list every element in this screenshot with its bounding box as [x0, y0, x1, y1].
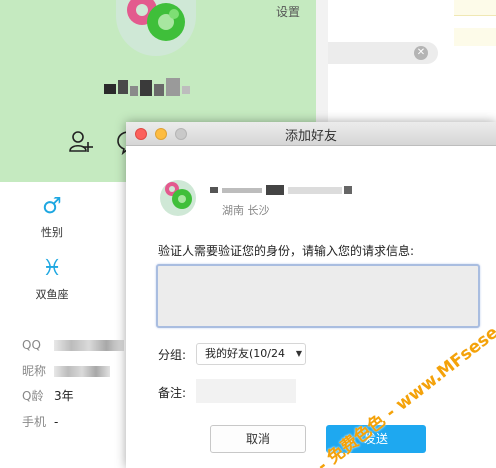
- target-location: 湖南 长沙: [222, 204, 270, 217]
- redacted-value: [54, 340, 124, 351]
- info-row-nickname: 昵称: [22, 362, 110, 380]
- target-name-redacted: [210, 182, 360, 195]
- add-friend-icon[interactable]: [68, 129, 94, 155]
- notice-bar: [454, 0, 496, 16]
- info-key: Q龄: [22, 389, 44, 403]
- background-window-strip: ✕: [316, 0, 496, 125]
- info-key: 手机: [22, 415, 47, 429]
- info-row-qq: QQ: [22, 336, 124, 354]
- info-key: QQ: [22, 338, 41, 352]
- redacted-value: [54, 366, 110, 377]
- info-value: -: [54, 415, 59, 429]
- gender-attribute: ♂ 性别: [22, 194, 82, 240]
- settings-link[interactable]: 设置: [276, 3, 300, 20]
- add-friend-dialog: 添加好友 湖南 长沙 验证人需要验证您的身份，请输入您的请求信息: 分组: 我的…: [126, 122, 496, 468]
- group-select[interactable]: 我的好友(10/24 ▼: [196, 343, 306, 365]
- verify-prompt: 验证人需要验证您的身份，请输入您的请求信息:: [158, 244, 415, 258]
- pisces-icon: ♓: [42, 256, 62, 281]
- group-label: 分组:: [158, 348, 187, 362]
- gender-label: 性别: [41, 226, 63, 239]
- search-field[interactable]: ✕: [328, 42, 438, 64]
- info-row-phone: 手机 -: [22, 413, 58, 431]
- remark-label: 备注:: [158, 386, 187, 400]
- profile-avatar[interactable]: [116, 0, 196, 56]
- zodiac-label: 双鱼座: [35, 288, 69, 301]
- target-avatar: [160, 180, 196, 216]
- profile-details: ♂ 性别 ♓ 双鱼座 QQ 昵称 Q龄 3年 手机 -: [0, 182, 126, 468]
- group-select-value: 我的好友(10/24: [205, 347, 285, 360]
- info-value: 3年: [54, 389, 74, 403]
- info-key: 昵称: [22, 364, 47, 378]
- background-window-panel: ✕: [328, 0, 496, 125]
- request-message-input[interactable]: [156, 264, 480, 328]
- male-icon: ♂: [42, 194, 62, 219]
- chevron-down-icon: ▼: [295, 349, 302, 358]
- clear-search-icon[interactable]: ✕: [414, 46, 428, 60]
- cancel-button[interactable]: 取消: [210, 425, 306, 453]
- dialog-title: 添加好友: [284, 129, 337, 144]
- profile-name-redacted: [100, 74, 198, 100]
- remark-input[interactable]: [196, 379, 296, 403]
- info-row-q-age: Q龄 3年: [22, 387, 74, 405]
- zodiac-attribute: ♓ 双鱼座: [22, 256, 82, 302]
- dialog-titlebar[interactable]: 添加好友: [126, 122, 496, 146]
- notice-bar-secondary: [454, 28, 496, 46]
